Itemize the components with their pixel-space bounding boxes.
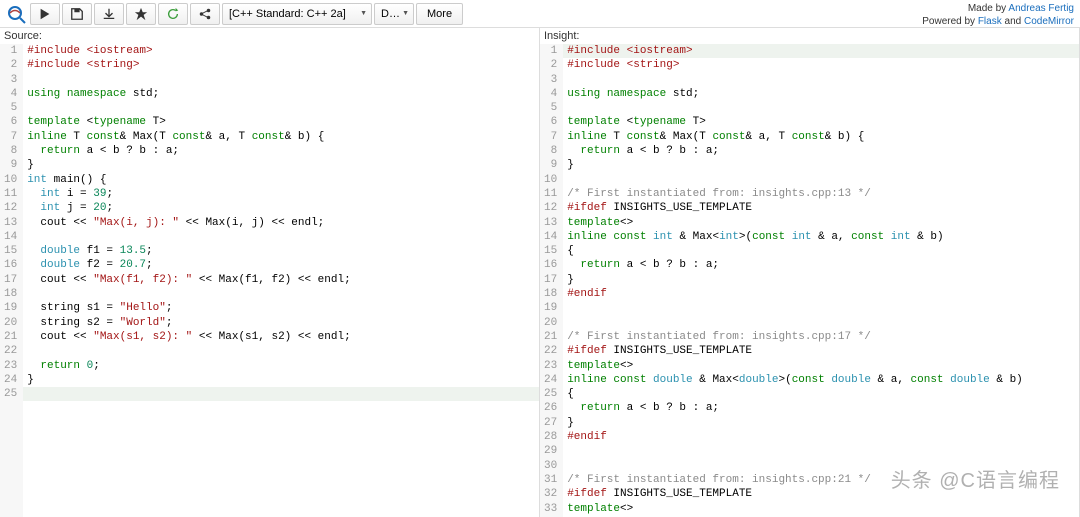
code-line[interactable]: inline const double & Max<double>(const …	[563, 373, 1079, 387]
code-line[interactable]: }	[23, 373, 539, 387]
more-button[interactable]: More	[416, 3, 463, 25]
code-line[interactable]	[23, 344, 539, 358]
code-line[interactable]: #endif	[563, 287, 1079, 301]
code-line[interactable]: }	[563, 416, 1079, 430]
code-line[interactable]: inline T const& Max(T const& a, T const&…	[23, 130, 539, 144]
code-line[interactable]: int j = 20;	[23, 201, 539, 215]
code-line[interactable]: inline T const& Max(T const& a, T const&…	[563, 130, 1079, 144]
code-line[interactable]	[563, 316, 1079, 330]
code-line[interactable]	[23, 101, 539, 115]
code-line[interactable]: #endif	[563, 430, 1079, 444]
code-line[interactable]: {	[563, 387, 1079, 401]
code-line[interactable]: }	[563, 273, 1079, 287]
code-line[interactable]	[563, 101, 1079, 115]
code-line[interactable]: using namespace std;	[563, 87, 1079, 101]
code-line[interactable]: return a < b ? b : a;	[23, 144, 539, 158]
code-line[interactable]: #ifdef INSIGHTS_USE_TEMPLATE	[563, 344, 1079, 358]
flask-link[interactable]: Flask	[978, 16, 1002, 27]
code-line[interactable]: #include <iostream>	[23, 44, 539, 58]
download-button[interactable]	[94, 3, 124, 25]
code-line[interactable]	[23, 230, 539, 244]
code-line[interactable]: return a < b ? b : a;	[563, 258, 1079, 272]
save-button[interactable]	[62, 3, 92, 25]
code-line[interactable]: template<>	[563, 502, 1079, 516]
code-line[interactable]	[23, 387, 539, 401]
code-line[interactable]: double f1 = 13.5;	[23, 244, 539, 258]
code-line[interactable]: using namespace std;	[23, 87, 539, 101]
diff-select[interactable]: D…	[374, 3, 414, 25]
source-panel: Source: 12345678910111213141516171819202…	[0, 28, 540, 517]
code-line[interactable]: string s2 = "World";	[23, 316, 539, 330]
code-line[interactable]: #include <string>	[563, 58, 1079, 72]
code-line[interactable]: cout << "Max(s1, s2): " << Max(s1, s2) <…	[23, 330, 539, 344]
code-line[interactable]: template <typename T>	[563, 115, 1079, 129]
code-line[interactable]: double f2 = 20.7;	[23, 258, 539, 272]
code-line[interactable]: }	[23, 158, 539, 172]
refresh-button[interactable]	[158, 3, 188, 25]
code-line[interactable]: string s1 = "Hello";	[23, 301, 539, 315]
code-line[interactable]: #include <string>	[23, 58, 539, 72]
share-button[interactable]	[190, 3, 220, 25]
author-link[interactable]: Andreas Fertig	[1008, 3, 1074, 14]
insight-editor[interactable]: 1234567891011121314151617181920212223242…	[540, 44, 1079, 517]
app-logo-icon	[4, 3, 28, 25]
code-line[interactable]: inline const int & Max<int>(const int & …	[563, 230, 1079, 244]
code-line[interactable]: #ifdef INSIGHTS_USE_TEMPLATE	[563, 487, 1079, 501]
code-line[interactable]: /* First instantiated from: insights.cpp…	[563, 330, 1079, 344]
star-button[interactable]	[126, 3, 156, 25]
toolbar: [C++ Standard: C++ 2a] D… More	[0, 0, 1080, 28]
standard-select[interactable]: [C++ Standard: C++ 2a]	[222, 3, 372, 25]
code-line[interactable]	[563, 73, 1079, 87]
source-label: Source:	[0, 28, 539, 44]
code-line[interactable]: cout << "Max(i, j): " << Max(i, j) << en…	[23, 216, 539, 230]
code-line[interactable]	[563, 301, 1079, 315]
code-line[interactable]: /* First instantiated from: insights.cpp…	[563, 473, 1079, 487]
codemirror-link[interactable]: CodeMirror	[1024, 16, 1074, 27]
code-line[interactable]: #ifdef INSIGHTS_USE_TEMPLATE	[563, 201, 1079, 215]
code-line[interactable]	[23, 73, 539, 87]
code-line[interactable]: cout << "Max(f1, f2): " << Max(f1, f2) <…	[23, 273, 539, 287]
code-line[interactable]: template<>	[563, 359, 1079, 373]
code-line[interactable]: template <typename T>	[23, 115, 539, 129]
code-line[interactable]	[563, 173, 1079, 187]
code-line[interactable]: return 0;	[23, 359, 539, 373]
credits: Made by Andreas Fertig Powered by Flask …	[922, 2, 1074, 28]
code-line[interactable]: #include <iostream>	[563, 44, 1079, 58]
code-line[interactable]: int i = 39;	[23, 187, 539, 201]
code-line[interactable]: }	[563, 158, 1079, 172]
insight-label: Insight:	[540, 28, 1079, 44]
insight-panel: Insight: 1234567891011121314151617181920…	[540, 28, 1080, 517]
code-line[interactable]: return a < b ? b : a;	[563, 401, 1079, 415]
run-button[interactable]	[30, 3, 60, 25]
code-line[interactable]: {	[563, 244, 1079, 258]
code-line[interactable]: return a < b ? b : a;	[563, 144, 1079, 158]
code-line[interactable]	[563, 459, 1079, 473]
code-line[interactable]: template<>	[563, 216, 1079, 230]
code-line[interactable]: /* First instantiated from: insights.cpp…	[563, 187, 1079, 201]
code-line[interactable]	[563, 444, 1079, 458]
code-line[interactable]: int main() {	[23, 173, 539, 187]
code-line[interactable]	[23, 287, 539, 301]
source-editor[interactable]: 1234567891011121314151617181920212223242…	[0, 44, 539, 517]
